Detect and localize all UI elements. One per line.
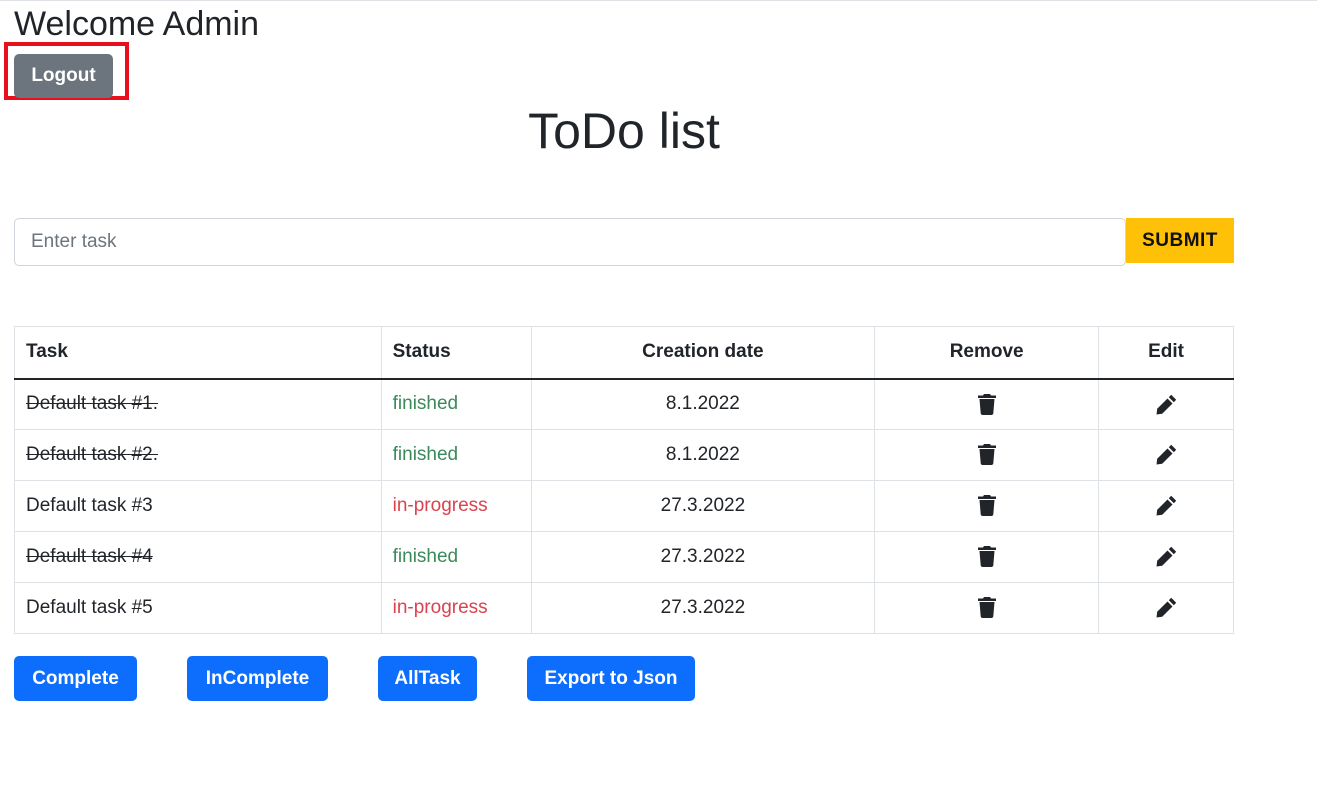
pencil-icon[interactable] <box>1156 444 1177 465</box>
task-edit-cell <box>1098 582 1234 634</box>
incomplete-filter-button[interactable]: InComplete <box>187 656 328 701</box>
task-date-cell: 27.3.2022 <box>530 582 876 634</box>
export-json-button[interactable]: Export to Json <box>527 656 695 701</box>
task-status-cell: finished <box>380 378 532 430</box>
task-remove-cell <box>874 531 1100 583</box>
submit-button[interactable]: SUBMIT <box>1126 218 1234 263</box>
table-row: Default task #5 in-progress 27.3.2022 <box>14 582 1234 634</box>
task-table: Task Status Creation date Remove Edit De… <box>14 326 1234 634</box>
column-header-creation-date: Creation date <box>530 326 876 380</box>
complete-filter-button[interactable]: Complete <box>14 656 137 701</box>
table-header-row: Task Status Creation date Remove Edit <box>14 326 1234 380</box>
task-edit-cell <box>1098 378 1234 430</box>
logout-button[interactable]: Logout <box>14 54 113 98</box>
trash-icon[interactable] <box>977 393 996 415</box>
task-date-cell: 27.3.2022 <box>530 480 876 532</box>
task-edit-cell <box>1098 429 1234 481</box>
column-header-task: Task <box>14 326 382 380</box>
task-name-cell: Default task #3 <box>14 480 382 532</box>
task-name-cell: Default task #1. <box>14 378 382 430</box>
table-row: Default task #2. finished 8.1.2022 <box>14 429 1234 481</box>
task-remove-cell <box>874 429 1100 481</box>
trash-icon[interactable] <box>977 444 996 466</box>
task-status-cell: in-progress <box>380 480 532 532</box>
pencil-icon[interactable] <box>1156 495 1177 516</box>
task-input[interactable] <box>14 218 1126 266</box>
task-name-cell: Default task #2. <box>14 429 382 481</box>
table-row: Default task #3 in-progress 27.3.2022 <box>14 480 1234 532</box>
task-date-cell: 8.1.2022 <box>530 429 876 481</box>
alltask-filter-button[interactable]: AllTask <box>378 656 477 701</box>
pencil-icon[interactable] <box>1156 546 1177 567</box>
todo-page: Welcome Admin Logout ToDo list SUBMIT Ta… <box>0 0 1317 788</box>
task-status-cell: finished <box>380 531 532 583</box>
task-status-cell: in-progress <box>380 582 532 634</box>
column-header-remove: Remove <box>874 326 1100 380</box>
task-remove-cell <box>874 480 1100 532</box>
table-row: Default task #1. finished 8.1.2022 <box>14 378 1234 430</box>
pencil-icon[interactable] <box>1156 597 1177 618</box>
task-date-cell: 27.3.2022 <box>530 531 876 583</box>
table-row: Default task #4 finished 27.3.2022 <box>14 531 1234 583</box>
trash-icon[interactable] <box>977 546 996 568</box>
column-header-edit: Edit <box>1098 326 1234 380</box>
task-edit-cell <box>1098 480 1234 532</box>
welcome-heading: Welcome Admin <box>14 5 260 43</box>
pencil-icon[interactable] <box>1156 394 1177 415</box>
task-date-cell: 8.1.2022 <box>530 378 876 430</box>
task-edit-cell <box>1098 531 1234 583</box>
task-remove-cell <box>874 378 1100 430</box>
trash-icon[interactable] <box>977 495 996 517</box>
task-remove-cell <box>874 582 1100 634</box>
task-name-cell: Default task #4 <box>14 531 382 583</box>
task-name-cell: Default task #5 <box>14 582 382 634</box>
page-title: ToDo list <box>528 103 720 159</box>
task-table-body: Default task #1. finished 8.1.2022 Default … <box>14 378 1234 634</box>
column-header-status: Status <box>380 326 532 380</box>
top-divider <box>0 0 1317 1</box>
task-status-cell: finished <box>380 429 532 481</box>
trash-icon[interactable] <box>977 597 996 619</box>
